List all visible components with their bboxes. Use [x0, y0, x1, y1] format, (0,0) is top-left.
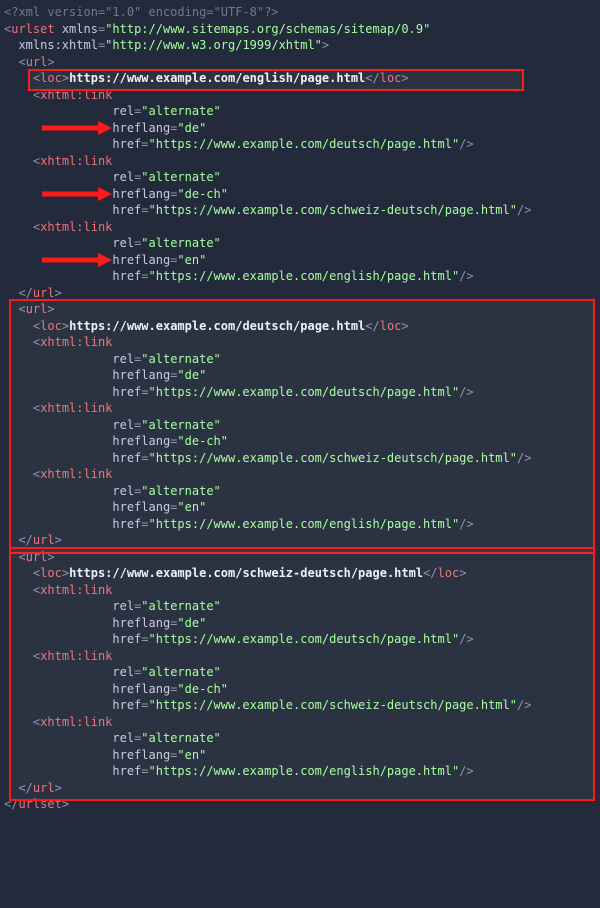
rel-value: "alternate"	[141, 731, 220, 745]
hreflang-value: "de"	[177, 121, 206, 135]
hreflang-value: "de"	[177, 616, 206, 630]
rel-value: "alternate"	[141, 104, 220, 118]
rel-value: "alternate"	[141, 170, 220, 184]
hreflang-value: "de-ch"	[177, 187, 228, 201]
href-value: "https://www.example.com/deutsch/page.ht…	[149, 137, 460, 151]
href-value: "https://www.example.com/deutsch/page.ht…	[149, 385, 460, 399]
loc-value: https://www.example.com/deutsch/page.htm…	[69, 319, 365, 333]
href-value: "https://www.example.com/schweiz-deutsch…	[149, 451, 517, 465]
xml-code-block: <?xml version="1.0" encoding="UTF-8"?> <…	[0, 0, 600, 813]
rel-value: "alternate"	[141, 236, 220, 250]
rel-value: "alternate"	[141, 418, 220, 432]
rel-value: "alternate"	[141, 599, 220, 613]
loc-value: https://www.example.com/schweiz-deutsch/…	[69, 566, 423, 580]
href-value: "https://www.example.com/schweiz-deutsch…	[149, 203, 517, 217]
hreflang-value: "en"	[177, 500, 206, 514]
hreflang-value: "de-ch"	[177, 434, 228, 448]
hreflang-value: "de-ch"	[177, 682, 228, 696]
rel-value: "alternate"	[141, 352, 220, 366]
href-value: "https://www.example.com/english/page.ht…	[149, 764, 460, 778]
hreflang-value: "en"	[177, 748, 206, 762]
rel-value: "alternate"	[141, 484, 220, 498]
href-value: "https://www.example.com/schweiz-deutsch…	[149, 698, 517, 712]
href-value: "https://www.example.com/english/page.ht…	[149, 517, 460, 531]
rel-value: "alternate"	[141, 665, 220, 679]
hreflang-value: "en"	[177, 253, 206, 267]
loc-value: https://www.example.com/english/page.htm…	[69, 71, 365, 85]
hreflang-value: "de"	[177, 368, 206, 382]
href-value: "https://www.example.com/english/page.ht…	[149, 269, 460, 283]
href-value: "https://www.example.com/deutsch/page.ht…	[149, 632, 460, 646]
